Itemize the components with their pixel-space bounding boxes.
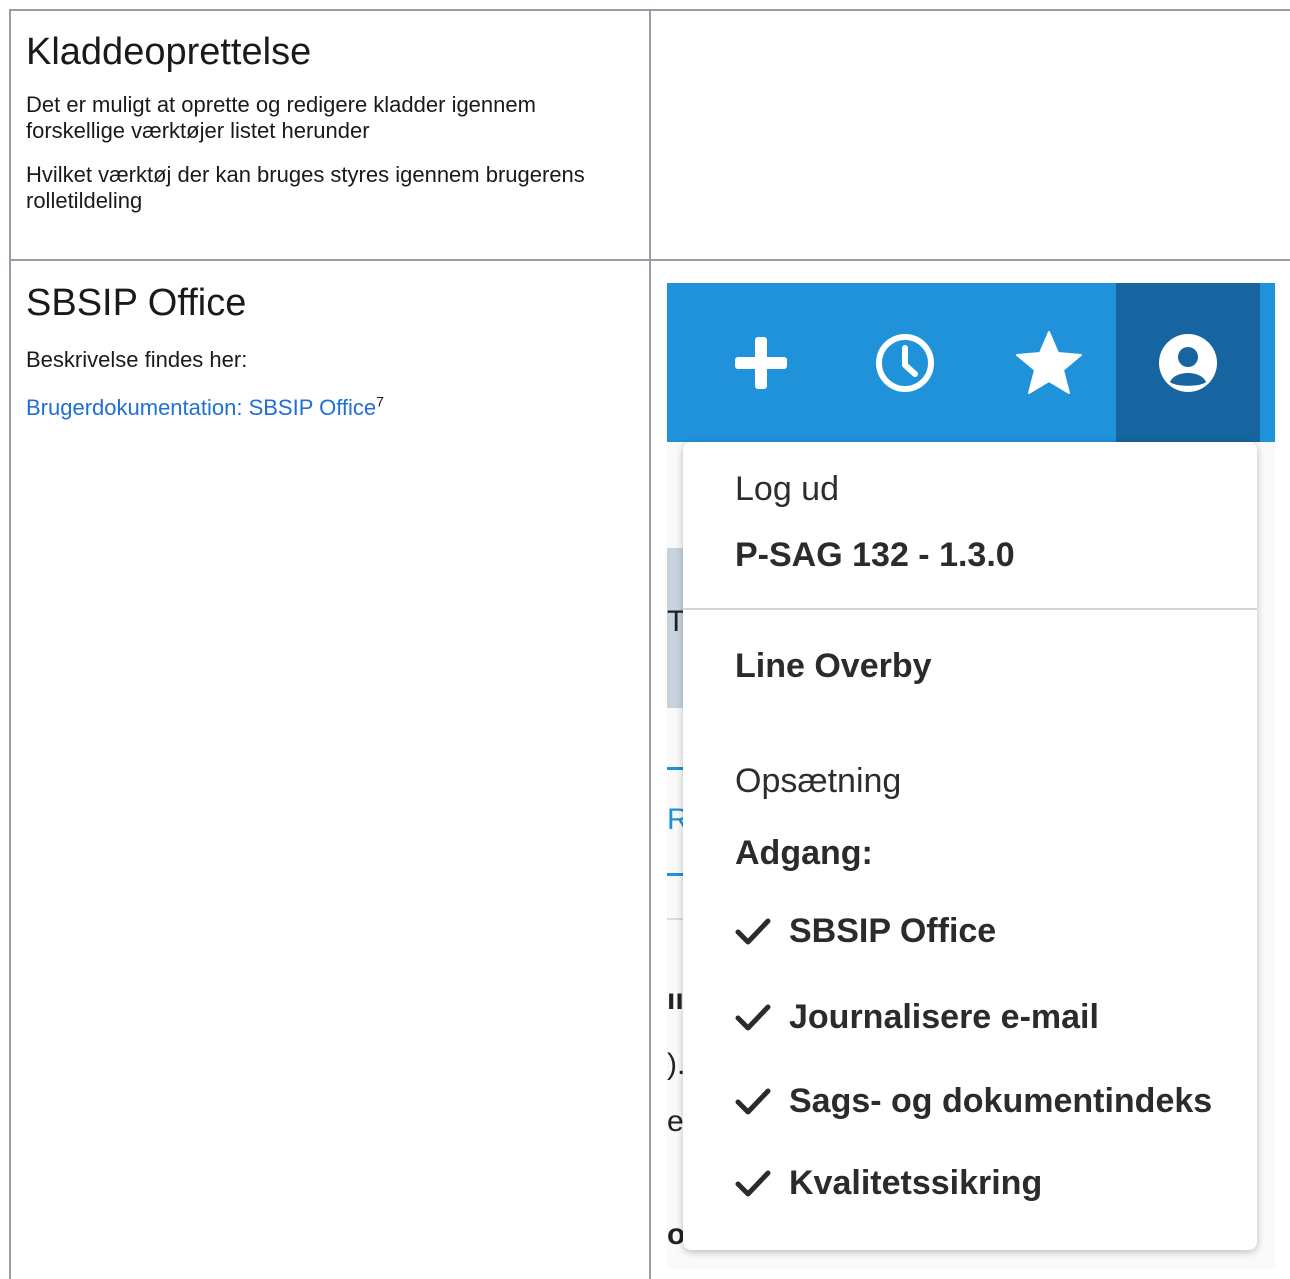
menu-divider: [683, 608, 1257, 610]
access-heading: Adgang:: [735, 834, 873, 872]
table-divider-vertical: [649, 9, 651, 1279]
section-kladdeoprettelse: Kladdeoprettelse Det er muligt at oprett…: [26, 30, 626, 214]
user-circle-icon: [1159, 333, 1217, 392]
access-item: SBSIP Office: [735, 912, 996, 951]
footnote-ref[interactable]: 7: [376, 394, 384, 410]
user-documentation-link[interactable]: Brugerdokumentation: SBSIP Office: [26, 395, 376, 420]
section-title: SBSIP Office: [26, 282, 247, 324]
checkmark-icon: [735, 1088, 771, 1114]
access-item: Sags- og dokumentindeks: [735, 1082, 1212, 1121]
doc-link-line: Brugerdokumentation: SBSIP Office7: [26, 395, 626, 421]
settings-menu-item[interactable]: Opsætning: [735, 762, 901, 801]
version-label: P-SAG 132 - 1.3.0: [735, 536, 1015, 574]
access-item-label: Journalisere e-mail: [789, 998, 1099, 1036]
section-description: Beskrivelse findes her:: [26, 347, 248, 372]
section-sbsip-office: SBSIP Office Beskrivelse findes her: Bru…: [26, 281, 626, 421]
access-item: Kvalitetssikring: [735, 1164, 1042, 1203]
clock-icon: [876, 333, 934, 392]
checkmark-icon: [735, 918, 771, 944]
user-dropdown-menu: Log ud P-SAG 132 - 1.3.0 Line Overby Ops…: [683, 442, 1257, 1250]
section-title: Kladdeoprettelse: [26, 31, 312, 73]
section-paragraph: Hvilket værktøj der kan bruges styres ig…: [26, 162, 585, 213]
app-toolbar: [667, 283, 1275, 442]
plus-icon: [735, 336, 787, 389]
checkmark-icon: [735, 1004, 771, 1030]
access-item-label: SBSIP Office: [789, 912, 997, 950]
logout-menu-item[interactable]: Log ud: [735, 470, 839, 509]
access-item-label: Sags- og dokumentindeks: [789, 1082, 1213, 1120]
user-menu-button[interactable]: [1116, 283, 1260, 442]
new-button[interactable]: [689, 283, 833, 442]
star-icon: [1016, 330, 1082, 394]
access-item: Journalisere e-mail: [735, 998, 1099, 1037]
access-item-label: Kvalitetssikring: [789, 1164, 1043, 1202]
user-name-label: Line Overby: [735, 647, 932, 685]
background-text-fragment: ıı: [667, 983, 684, 1016]
section-paragraph: Det er muligt at oprette og redigere kla…: [26, 92, 536, 143]
favorites-button[interactable]: [977, 283, 1121, 442]
table-divider-horizontal: [9, 259, 1290, 261]
checkmark-icon: [735, 1170, 771, 1196]
recent-button[interactable]: [833, 283, 977, 442]
embedded-screenshot: T R ıı ). eS o: [667, 283, 1275, 1269]
